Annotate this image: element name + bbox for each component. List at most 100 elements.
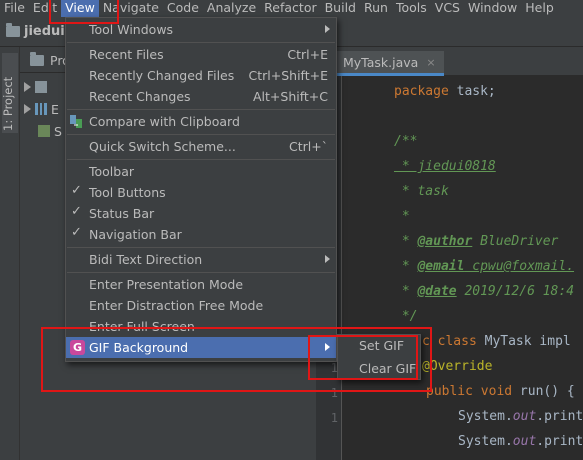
tree-item[interactable]: E [24, 99, 59, 119]
menu-build[interactable]: Build [321, 0, 360, 17]
field: out [512, 409, 537, 424]
clear-gif-item[interactable]: Clear GIF [338, 358, 420, 380]
menu-item-distraction-free-mode[interactable]: Enter Distraction Free Mode [66, 295, 336, 316]
library-icon [35, 103, 47, 115]
expand-arrow-icon[interactable] [24, 82, 31, 92]
menu-item-recently-changed-files[interactable]: Recently Changed Files Ctrl+Shift+E [66, 65, 336, 86]
expand-arrow-icon[interactable] [24, 104, 31, 114]
code-line: * task [394, 179, 449, 204]
keyword: package [394, 84, 449, 99]
field: out [512, 434, 537, 449]
menu-analyze[interactable]: Analyze [203, 0, 260, 17]
doc-tag: @date [417, 284, 457, 299]
shortcut-label: Alt+Shift+C [252, 89, 328, 104]
menu-item-label: Set GIF [359, 338, 405, 353]
code-text: task; [448, 84, 496, 99]
menu-window[interactable]: Window [464, 0, 521, 17]
set-gif-item[interactable]: Set GIF [338, 335, 420, 357]
submenu-arrow-icon [325, 25, 330, 33]
menu-item-compare-clipboard[interactable]: Compare with Clipboard [66, 111, 336, 132]
project-view-icon [30, 52, 44, 66]
comment: * jiedui0818 [394, 159, 496, 174]
menu-item-label: Clear GIF [359, 361, 417, 376]
scratch-icon [38, 125, 50, 137]
code-text: run() { [512, 384, 575, 399]
submenu-arrow-icon [325, 343, 330, 351]
editor-tab-bar: MyTask.java × [335, 47, 583, 76]
close-icon[interactable]: × [426, 56, 435, 69]
code-text: .print [536, 434, 583, 449]
menu-navigate[interactable]: Navigate [99, 0, 163, 17]
menu-run[interactable]: Run [360, 0, 392, 17]
annotation: @Override [422, 359, 493, 374]
menu-item-presentation-mode[interactable]: Enter Presentation Mode [66, 274, 336, 295]
code-text: System. [458, 434, 513, 449]
code-line: * @date 2019/12/6 18:4 [394, 279, 574, 304]
menu-item-quick-switch-scheme[interactable]: Quick Switch Scheme... Ctrl+` [66, 136, 336, 157]
editor-tab-label: MyTask.java [343, 54, 419, 70]
folder-icon [6, 23, 20, 37]
menu-item-label: Enter Presentation Mode [89, 277, 244, 292]
menu-item-label: Tool Windows [89, 22, 174, 37]
menu-separator [67, 159, 335, 160]
checkmark-icon: ✓ [71, 183, 82, 198]
code-line: c class MyTask impl [422, 329, 571, 354]
menu-view[interactable]: View [61, 0, 99, 17]
menu-refactor[interactable]: Refactor [260, 0, 320, 17]
editor-tab[interactable]: MyTask.java × [335, 51, 444, 76]
comment: * [394, 284, 418, 299]
menu-item-label: Enter Distraction Free Mode [89, 298, 264, 313]
menu-separator [67, 134, 335, 135]
comment: * [394, 259, 418, 274]
line-number: 1 [330, 411, 338, 425]
comment: cpwu@foxmail. [464, 259, 575, 274]
menu-tools[interactable]: Tools [392, 0, 431, 17]
code-line: * [394, 204, 410, 229]
tree-item[interactable] [24, 77, 47, 97]
comment: * [394, 234, 418, 249]
breadcrumb[interactable]: jiedui0 [6, 23, 74, 39]
compare-icon [70, 115, 82, 128]
menu-item-label: Recent Files [89, 47, 164, 62]
menu-item-label: Enter Full Screen [89, 319, 195, 334]
menu-item-full-screen[interactable]: Enter Full Screen [66, 316, 336, 337]
menu-vcs[interactable]: VCS [431, 0, 464, 17]
menu-item-label: Status Bar [89, 206, 155, 221]
menu-item-navigation-bar[interactable]: ✓ Navigation Bar [66, 224, 336, 245]
menu-file[interactable]: File [0, 0, 29, 17]
code-editor[interactable]: package task; /** * jiedui0818 * task * … [342, 76, 583, 460]
tree-item[interactable]: S [38, 121, 62, 141]
menu-item-recent-files[interactable]: Recent Files Ctrl+E [66, 44, 336, 65]
menu-item-recent-changes[interactable]: Recent Changes Alt+Shift+C [66, 86, 336, 107]
keyword: public void [426, 384, 513, 399]
code-line: @Override [422, 354, 492, 379]
module-icon [35, 81, 47, 93]
menu-item-toolbar[interactable]: Toolbar [66, 161, 336, 182]
checkmark-icon: ✓ [71, 204, 82, 219]
menu-item-tool-buttons[interactable]: ✓ Tool Buttons [66, 182, 336, 203]
menu-item-bidi-text-direction[interactable]: Bidi Text Direction [66, 249, 336, 270]
code-line: * @author BlueDriver [394, 229, 559, 254]
tree-item-label: E [51, 101, 59, 117]
menu-item-tool-windows[interactable]: Tool Windows [66, 19, 336, 40]
menu-item-label: Tool Buttons [89, 185, 166, 200]
project-tool-tab-label: 1: Project [1, 76, 15, 131]
keyword: c class [422, 334, 477, 349]
code-line: package task; [394, 79, 496, 104]
shortcut-label: Ctrl+` [289, 139, 328, 154]
line-number: 1 [330, 386, 338, 400]
menu-code[interactable]: Code [163, 0, 203, 17]
menu-item-gif-background[interactable]: G GIF Background [66, 337, 336, 358]
code-line: * @email cpwu@foxmail. [394, 254, 574, 279]
comment: * task [394, 184, 449, 199]
code-line: * jiedui0818 [394, 154, 496, 179]
menu-separator [67, 42, 335, 43]
code-line: */ [394, 304, 418, 329]
menu-help[interactable]: Help [521, 0, 558, 17]
comment: 2019/12/6 18:4 [456, 284, 575, 299]
menu-item-status-bar[interactable]: ✓ Status Bar [66, 203, 336, 224]
view-menu-dropdown: Tool Windows Recent Files Ctrl+E Recentl… [65, 17, 337, 362]
menu-edit[interactable]: Edit [29, 0, 61, 17]
checkmark-icon: ✓ [71, 225, 82, 240]
menu-separator [67, 272, 335, 273]
